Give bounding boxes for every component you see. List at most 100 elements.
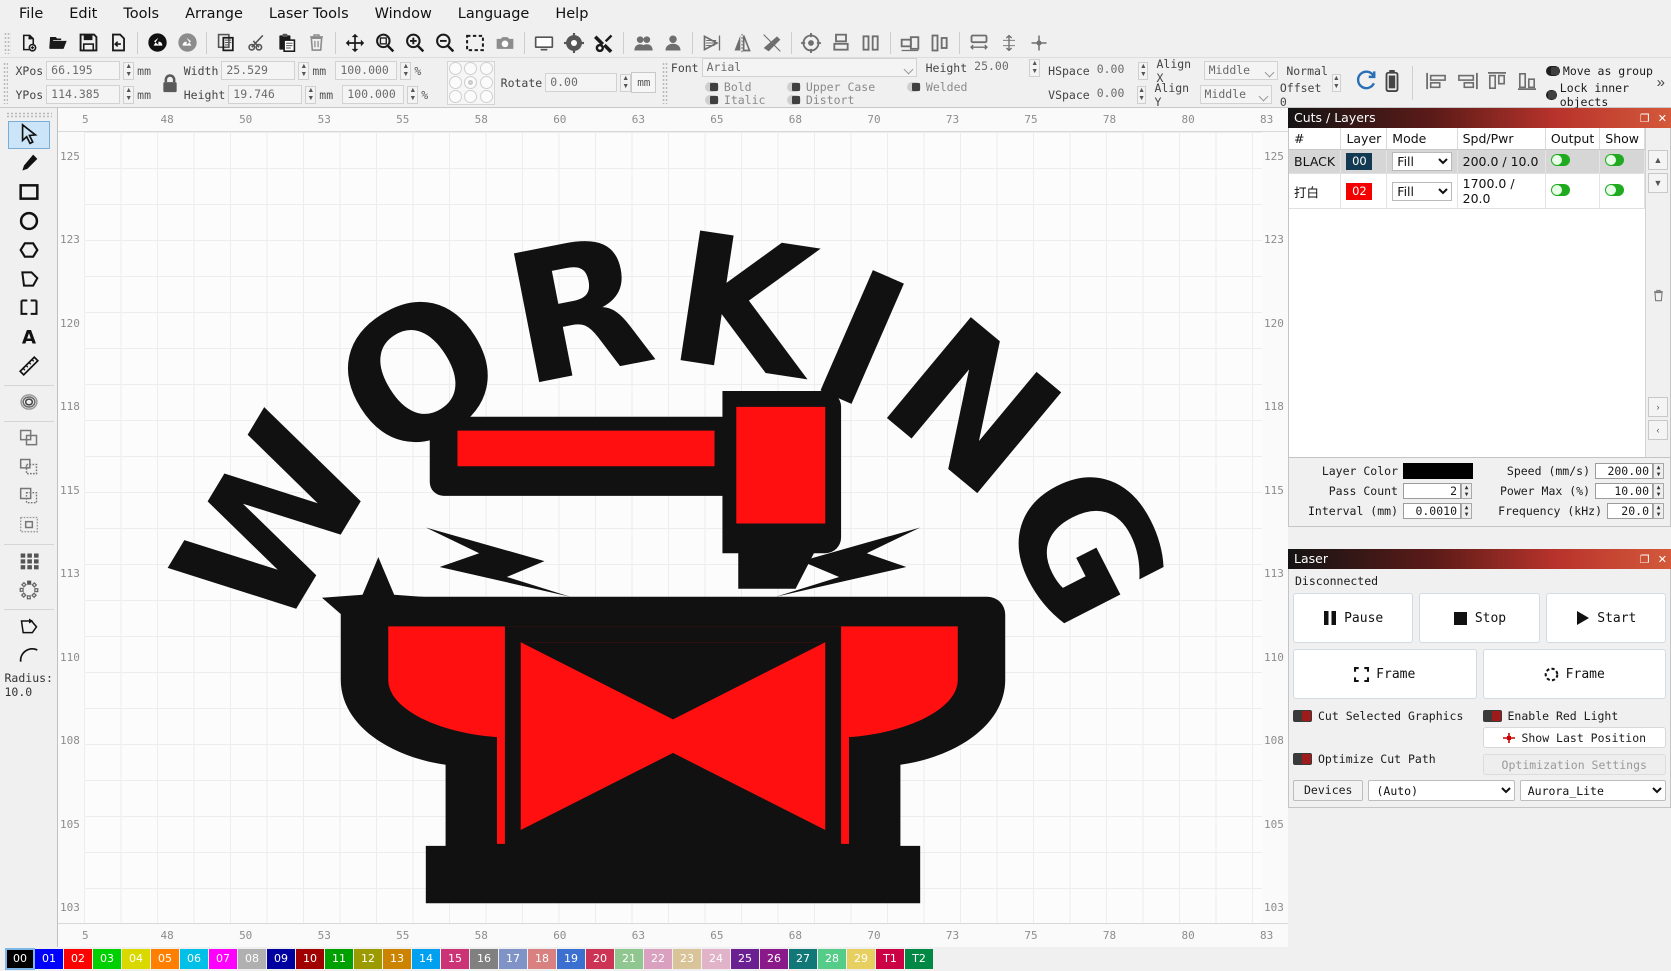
stop-button[interactable]: Stop xyxy=(1419,593,1540,643)
layers-col-output[interactable]: Output xyxy=(1545,128,1601,150)
palette-swatch-01[interactable]: 01 xyxy=(35,949,63,969)
pause-button[interactable]: Pause xyxy=(1293,593,1414,643)
anchor-tr[interactable] xyxy=(479,62,493,75)
font-select[interactable]: Arial xyxy=(701,58,917,77)
rectangle-tool[interactable] xyxy=(8,179,50,207)
layers-col-mode[interactable]: Mode xyxy=(1386,128,1458,150)
layer-output[interactable] xyxy=(1545,149,1601,174)
frame-rect-button[interactable]: Frame xyxy=(1293,649,1477,699)
rotate-stepper[interactable]: ▲ ▼ xyxy=(620,73,632,92)
size-width-icon[interactable] xyxy=(964,29,994,57)
layer-mode-select[interactable]: Fill xyxy=(1392,181,1452,201)
menu-item-help[interactable]: Help xyxy=(542,2,601,26)
zoom-fit-icon[interactable] xyxy=(370,29,400,57)
width-field[interactable]: 25.529 xyxy=(221,61,296,80)
undo-icon[interactable] xyxy=(142,29,172,57)
monitor-icon[interactable] xyxy=(529,29,559,57)
boolean-intersect-tool[interactable] xyxy=(8,483,50,511)
anvil-hammer-logo[interactable]: WORKING xyxy=(84,132,1262,923)
palette-swatch-29[interactable]: 29 xyxy=(847,949,875,969)
italic-checkbox[interactable]: Italic xyxy=(704,93,787,107)
menu-item-laser-tools[interactable]: Laser Tools xyxy=(256,2,362,26)
pen-tool[interactable] xyxy=(8,150,50,178)
device-auto-select[interactable]: (Auto) xyxy=(1368,780,1515,801)
palette-swatch-21[interactable]: 21 xyxy=(615,949,643,969)
tools-wrench-icon[interactable] xyxy=(589,29,619,57)
size-height-icon[interactable] xyxy=(994,29,1024,57)
height-stepper[interactable]: ▲ ▼ xyxy=(305,85,317,104)
new-file-icon[interactable] xyxy=(13,29,43,57)
align-bottom-icon[interactable] xyxy=(826,29,856,57)
palette-swatch-T1[interactable]: T1 xyxy=(876,949,904,969)
ypos-field[interactable]: 114.385 xyxy=(46,85,121,104)
layer-mode-select[interactable]: Fill xyxy=(1392,152,1452,171)
distort-checkbox[interactable]: Distort xyxy=(786,93,907,107)
toolbar-grip[interactable] xyxy=(4,31,11,54)
layers-table[interactable]: # Layer Mode Spd/Pwr Output Show BLACK 00 Fill 2… xyxy=(1289,128,1645,209)
layer-row[interactable]: BLACK 00 Fill 200.0 / 10.0 xyxy=(1289,149,1645,174)
unit-toggle-button[interactable]: mm xyxy=(631,72,657,93)
layer-index[interactable]: 00 xyxy=(1340,149,1388,174)
close-icon[interactable]: ✕ xyxy=(1658,113,1667,124)
device-name-select[interactable]: Aurora_Lite xyxy=(1519,780,1666,801)
width-percent-field[interactable]: 100.000 xyxy=(335,61,398,80)
layer-mode[interactable]: Fill xyxy=(1386,173,1458,209)
boolean-subtract-tool[interactable] xyxy=(8,454,50,482)
speed-stepper[interactable]: ▲ ▼ xyxy=(1653,463,1664,479)
anchor-br[interactable] xyxy=(479,90,493,103)
palette-swatch-19[interactable]: 19 xyxy=(557,949,585,969)
frequency-stepper[interactable]: ▲ ▼ xyxy=(1653,503,1664,519)
corner-tool[interactable] xyxy=(8,295,50,323)
distribute-vertical-icon[interactable] xyxy=(925,29,955,57)
layers-col-layer[interactable]: Layer xyxy=(1340,128,1388,150)
frequency-field[interactable]: 20.0 xyxy=(1607,503,1653,519)
refresh-icon[interactable] xyxy=(1355,70,1377,95)
speed-field[interactable]: 200.00 xyxy=(1595,463,1653,479)
group-icon[interactable] xyxy=(628,29,658,57)
arc-tool[interactable] xyxy=(8,642,50,670)
optimize-cut-path-row[interactable]: Optimize Cut Path xyxy=(1293,752,1477,766)
devices-button[interactable]: Devices xyxy=(1293,780,1364,801)
battery-icon[interactable] xyxy=(1385,70,1399,95)
palette-swatch-13[interactable]: 13 xyxy=(383,949,411,969)
aspect-lock-button[interactable] xyxy=(157,58,184,107)
align-x-select[interactable]: Middle xyxy=(1203,61,1279,80)
measure-tool[interactable] xyxy=(8,353,50,381)
width-stepper[interactable]: ▲ ▼ xyxy=(298,61,310,80)
polygon-tool[interactable] xyxy=(8,237,50,265)
offset-tool[interactable] xyxy=(8,389,50,417)
redo-icon[interactable] xyxy=(172,29,202,57)
circular-array-tool[interactable] xyxy=(8,577,50,605)
radius-value[interactable]: 10.0 xyxy=(3,685,55,699)
rail-grip[interactable] xyxy=(5,112,52,118)
menu-item-edit[interactable]: Edit xyxy=(56,2,110,26)
palette-swatch-06[interactable]: 06 xyxy=(180,949,208,969)
enable-red-light-toggle[interactable] xyxy=(1482,710,1502,722)
layer-row[interactable]: 打白 02 Fill 1700.0 / 20.0 xyxy=(1289,173,1645,209)
node-edit-tool[interactable] xyxy=(8,613,50,641)
ypos-stepper[interactable]: ▲ ▼ xyxy=(123,85,135,104)
palette-swatch-27[interactable]: 27 xyxy=(789,949,817,969)
select-tool[interactable] xyxy=(7,121,50,149)
layer-color-swatch[interactable] xyxy=(1403,463,1473,479)
welded-toggle-icon[interactable] xyxy=(906,82,921,92)
undock-icon[interactable]: ❐ xyxy=(1640,113,1650,124)
prev-layer-button[interactable]: ‹ xyxy=(1648,420,1668,440)
boolean-exclude-tool[interactable] xyxy=(8,512,50,540)
cut-icon[interactable] xyxy=(241,29,271,57)
palette-swatch-08[interactable]: 08 xyxy=(238,949,266,969)
vspace-field[interactable]: 0.00 xyxy=(1093,85,1134,104)
palette-swatch-04[interactable]: 04 xyxy=(122,949,150,969)
text-props-stepper[interactable]: ▲ ▼ xyxy=(1331,73,1341,92)
layers-table-body[interactable]: BLACK 00 Fill 200.0 / 10.0 打白 02 Fill 1700.0 / … xyxy=(1289,149,1645,209)
palette-swatch-09[interactable]: 09 xyxy=(267,949,295,969)
palette-swatch-20[interactable]: 20 xyxy=(586,949,614,969)
next-layer-button[interactable]: › xyxy=(1648,397,1668,417)
layer-spd-pwr[interactable]: 200.0 / 10.0 xyxy=(1457,149,1546,174)
chevron-right-double-icon[interactable]: » xyxy=(1657,74,1671,91)
layers-col-[interactable]: # xyxy=(1289,128,1342,150)
palette-swatch-26[interactable]: 26 xyxy=(760,949,788,969)
palette-swatch-16[interactable]: 16 xyxy=(470,949,498,969)
palette-swatch-25[interactable]: 25 xyxy=(731,949,759,969)
text-tool[interactable]: A xyxy=(8,324,50,352)
